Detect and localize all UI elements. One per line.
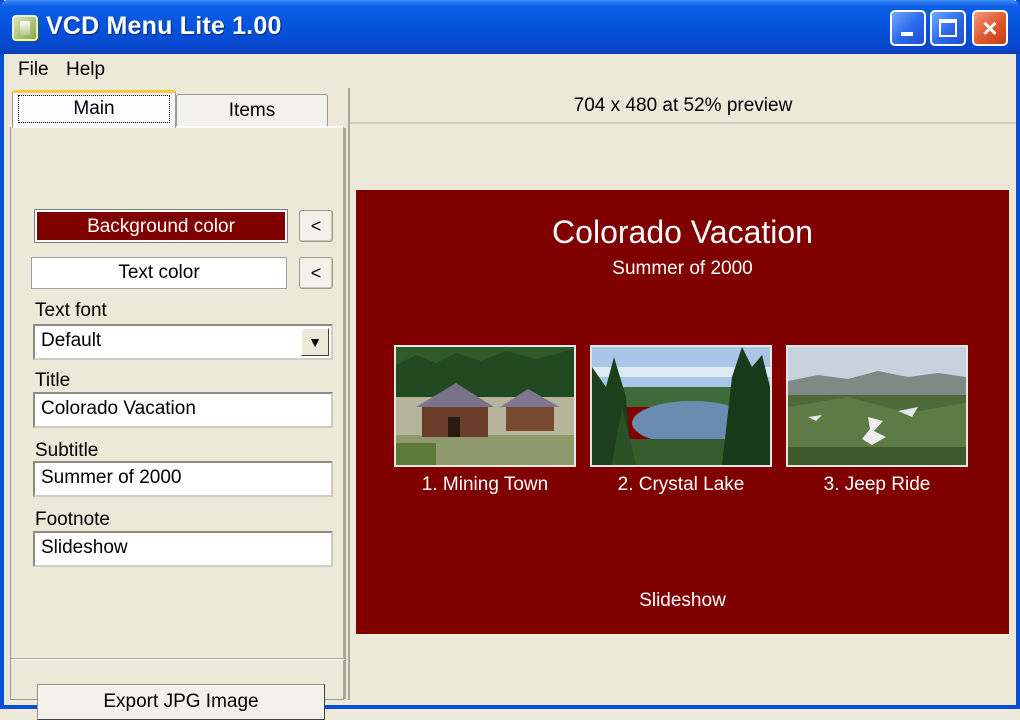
settings-pane: Main Items Background color < Text color… — [10, 88, 346, 720]
preview-header: 704 x 480 at 52% preview — [350, 88, 1016, 124]
title-input[interactable]: Colorado Vacation — [33, 392, 333, 428]
text-color-button[interactable]: Text color — [31, 257, 287, 289]
chevron-down-icon[interactable]: ▼ — [301, 328, 329, 356]
menu-file[interactable]: File — [18, 59, 49, 81]
thumbnail-mining-town — [394, 345, 576, 467]
footnote-label: Footnote — [35, 509, 110, 530]
background-color-button[interactable]: Background color — [34, 209, 288, 243]
subtitle-label: Subtitle — [35, 440, 99, 461]
title-label: Title — [35, 370, 71, 391]
tab-main[interactable]: Main — [12, 90, 176, 128]
tab-panel-main: Background color < Text color < Text fon… — [10, 126, 346, 720]
menu-file-label: File — [18, 59, 49, 80]
app-window: VCD Menu Lite 1.00 × File Help Main Item… — [0, 0, 1020, 720]
panel-shadow — [343, 128, 346, 699]
thumbnail-caption-2: 2. Crystal Lake — [617, 474, 745, 495]
menu-help[interactable]: Help — [66, 59, 105, 81]
thumbnail-caption-1: 1. Mining Town — [421, 474, 549, 495]
maximize-button[interactable] — [930, 10, 966, 46]
close-button[interactable]: × — [972, 10, 1008, 46]
app-icon — [12, 15, 38, 41]
footnote-input[interactable]: Slideshow — [33, 531, 333, 567]
tab-items-label: Items — [228, 100, 276, 121]
text-color-pick-button[interactable]: < — [299, 257, 333, 289]
preview-subtitle: Summer of 2000 — [612, 258, 753, 279]
subtitle-input[interactable]: Summer of 2000 — [33, 461, 333, 497]
close-icon: × — [982, 13, 998, 43]
preview-pane: 704 x 480 at 52% preview Colorado Vacati… — [348, 88, 1016, 700]
tab-main-label: Main — [18, 95, 170, 123]
title-bar[interactable]: VCD Menu Lite 1.00 × — [0, 0, 1020, 54]
text-font-select[interactable]: Default ▼ — [33, 324, 333, 360]
tab-items[interactable]: Items — [176, 94, 328, 128]
menu-bar: File Help — [4, 54, 1016, 86]
text-font-value: Default — [41, 330, 102, 351]
minimize-icon — [901, 32, 913, 36]
export-jpg-button[interactable]: Export JPG Image — [37, 684, 325, 720]
divider — [11, 658, 345, 660]
menu-preview: Colorado Vacation Summer of 2000 1. Mini… — [356, 190, 1009, 634]
thumbnail-jeep-ride — [786, 345, 968, 467]
preview-footnote: Slideshow — [639, 590, 726, 611]
minimize-button[interactable] — [890, 10, 926, 46]
menu-help-label: Help — [66, 59, 106, 80]
thumbnail-caption-3: 3. Jeep Ride — [823, 474, 931, 495]
background-color-pick-button[interactable]: < — [299, 210, 333, 242]
text-font-label: Text font — [35, 300, 107, 321]
thumbnail-crystal-lake — [590, 345, 772, 467]
maximize-icon — [939, 19, 957, 37]
window-title: VCD Menu Lite 1.00 — [46, 12, 282, 40]
preview-title: Colorado Vacation — [552, 214, 813, 250]
